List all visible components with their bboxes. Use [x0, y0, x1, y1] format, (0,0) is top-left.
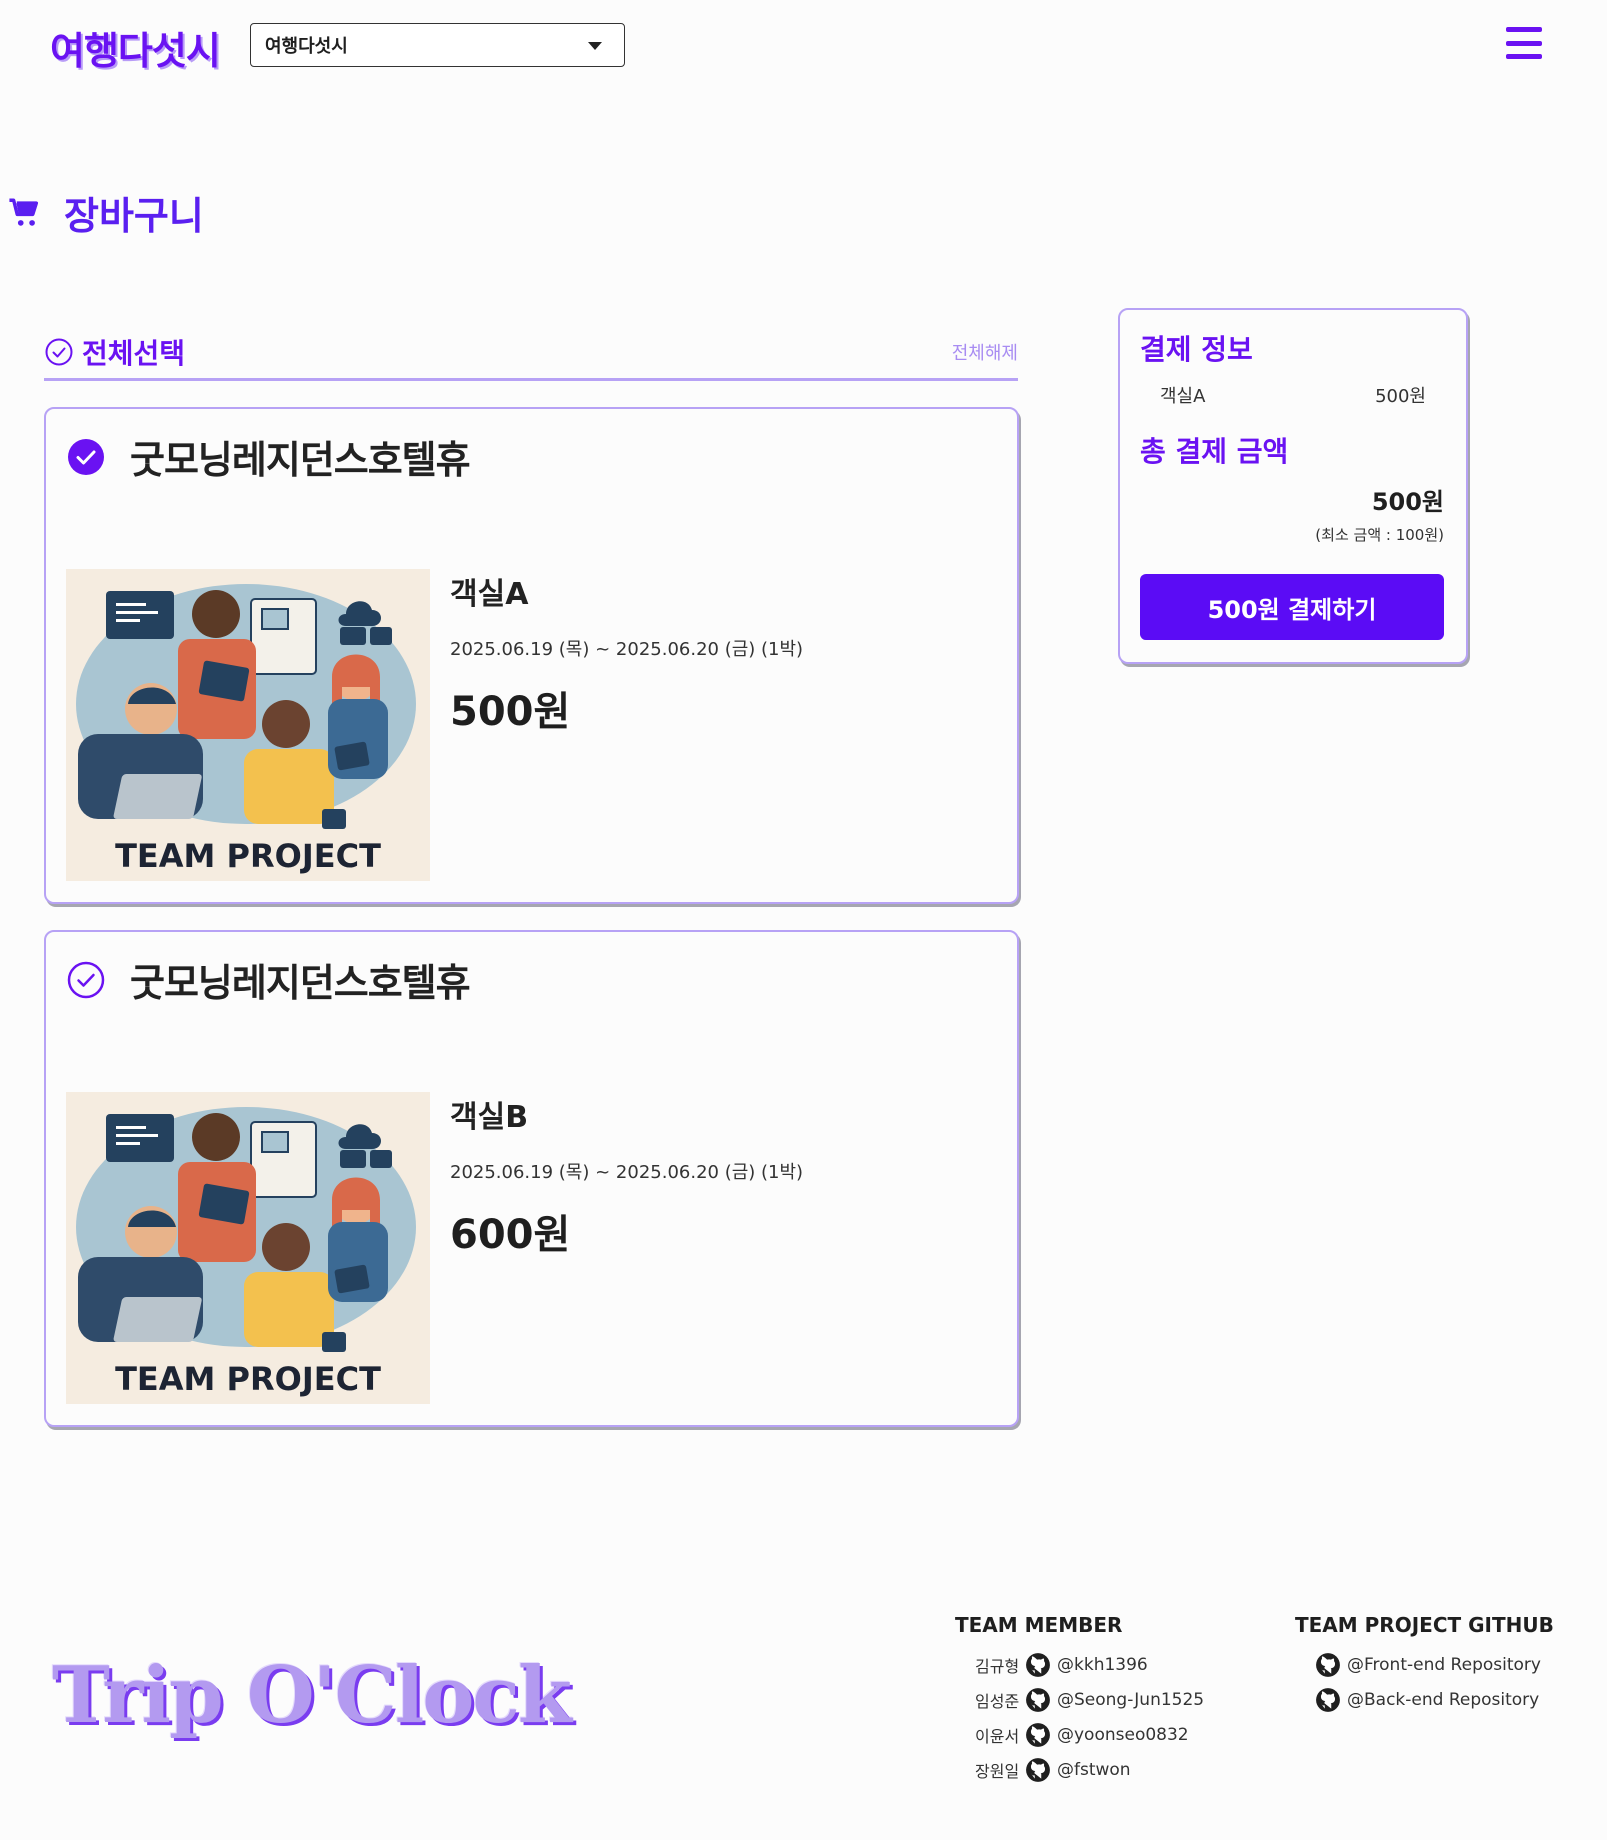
member-name: 임성준 [975, 1691, 1020, 1711]
member-item[interactable]: 이윤서 @yoonseo0832 [955, 1717, 1204, 1752]
check-circle-filled-icon[interactable] [66, 437, 106, 477]
team-project-github-title: TEAM PROJECT GITHUB [1295, 1613, 1554, 1637]
check-circle-outline-icon[interactable] [66, 960, 106, 1000]
item-info: 객실A 2025.06.19 (목) ~ 2025.06.20 (금) (1박)… [450, 569, 803, 737]
room-name: 객실B [450, 1100, 529, 1135]
payment-line-item: 객실A 500원 [1160, 382, 1426, 408]
cart-icon [9, 198, 39, 226]
team-project-image: TEAM PROJECT [66, 569, 430, 881]
chevron-down-icon [588, 42, 602, 50]
payment-panel: 결제 정보 객실A 500원 총 결제 금액 500원 (최소 금액 : 100… [1118, 308, 1468, 664]
deselect-all-button[interactable]: 전체해제 [952, 339, 1018, 365]
github-icon [1026, 1722, 1050, 1747]
member-item[interactable]: 김규형 @kkh1396 [955, 1647, 1204, 1682]
member-item[interactable]: 임성준 @Seong-Jun1525 [955, 1682, 1204, 1717]
item-price: 600원 [450, 1212, 571, 1258]
team-member-title: TEAM MEMBER [955, 1613, 1123, 1637]
menu-icon-bar [1506, 54, 1542, 59]
member-handle: @yoonseo0832 [1057, 1724, 1189, 1745]
repo-label: @Front-end Repository [1347, 1654, 1541, 1675]
stay-dates: 2025.06.19 (목) ~ 2025.06.20 (금) (1박) [450, 1162, 804, 1183]
hotel-name: 굿모닝레지던스호텔휴 [130, 438, 471, 482]
member-handle: @fstwon [1057, 1759, 1131, 1780]
payment-line-amount: 500원 [1375, 386, 1426, 407]
item-info: 객실B 2025.06.19 (목) ~ 2025.06.20 (금) (1박)… [450, 1092, 803, 1260]
svg-text:TEAM PROJECT: TEAM PROJECT [115, 1360, 381, 1398]
svg-text:TEAM PROJECT: TEAM PROJECT [115, 837, 381, 875]
select-all-row: 전체선택 전체해제 [44, 325, 1018, 381]
github-icon [1026, 1687, 1050, 1712]
github-icon [1316, 1687, 1340, 1712]
pay-button[interactable]: 500원 결제하기 [1140, 574, 1444, 640]
member-name: 이윤서 [975, 1726, 1020, 1746]
github-icon [1026, 1757, 1050, 1782]
menu-icon-bar [1506, 27, 1542, 32]
member-name: 김규형 [975, 1656, 1020, 1676]
total-title: 총 결제 금액 [1140, 435, 1289, 468]
hamburger-menu-button[interactable] [1506, 27, 1542, 59]
member-handle: @Seong-Jun1525 [1057, 1689, 1205, 1710]
room-name: 객실A [450, 577, 529, 612]
menu-icon-bar [1506, 40, 1542, 46]
github-icon [1316, 1652, 1340, 1677]
team-member-list: TEAM MEMBER 김규형 @kkh1396 임성준 @Seong-Jun1… [955, 1613, 1204, 1787]
hotel-name: 굿모닝레지던스호텔휴 [130, 961, 471, 1005]
cart-item-card: 굿모닝레지던스호텔휴 TEAM PROJEC [44, 930, 1019, 1427]
member-item[interactable]: 장원일 @fstwon [955, 1752, 1204, 1787]
repo-label: @Back-end Repository [1347, 1689, 1540, 1710]
page-title: 장바구니 [8, 185, 204, 240]
minimum-amount-note: (최소 금액 : 100원) [1315, 526, 1444, 544]
repo-link[interactable]: @Back-end Repository [1295, 1682, 1554, 1717]
repo-link[interactable]: @Front-end Repository [1295, 1647, 1554, 1682]
check-circle-outline-icon [45, 338, 73, 365]
payment-title: 결제 정보 [1140, 333, 1253, 366]
item-price: 500원 [450, 689, 571, 735]
team-project-github-list: TEAM PROJECT GITHUB @Front-end Repositor… [1295, 1613, 1554, 1717]
page-title-text: 장바구니 [64, 194, 204, 238]
site-logo[interactable]: 여행다섯시 [50, 20, 221, 75]
member-handle: @kkh1396 [1057, 1654, 1148, 1675]
payment-line-label: 객실A [1160, 386, 1206, 407]
stay-dates: 2025.06.19 (목) ~ 2025.06.20 (금) (1박) [450, 639, 804, 660]
footer-logo: Trip O'Clock [52, 1650, 572, 1741]
cart-item-card: 굿모닝레지던스호텔휴 TEAM PROJEC [44, 407, 1019, 904]
member-name: 장원일 [975, 1761, 1020, 1781]
total-amount: 500원 [1371, 488, 1444, 516]
site-select[interactable]: 여행다섯시 [250, 23, 625, 67]
select-all-button[interactable]: 전체선택 [44, 332, 185, 372]
select-all-label: 전체선택 [82, 336, 186, 370]
github-icon [1026, 1652, 1050, 1677]
team-project-image: TEAM PROJECT [66, 1092, 430, 1404]
site-select-value: 여행다섯시 [265, 36, 348, 57]
